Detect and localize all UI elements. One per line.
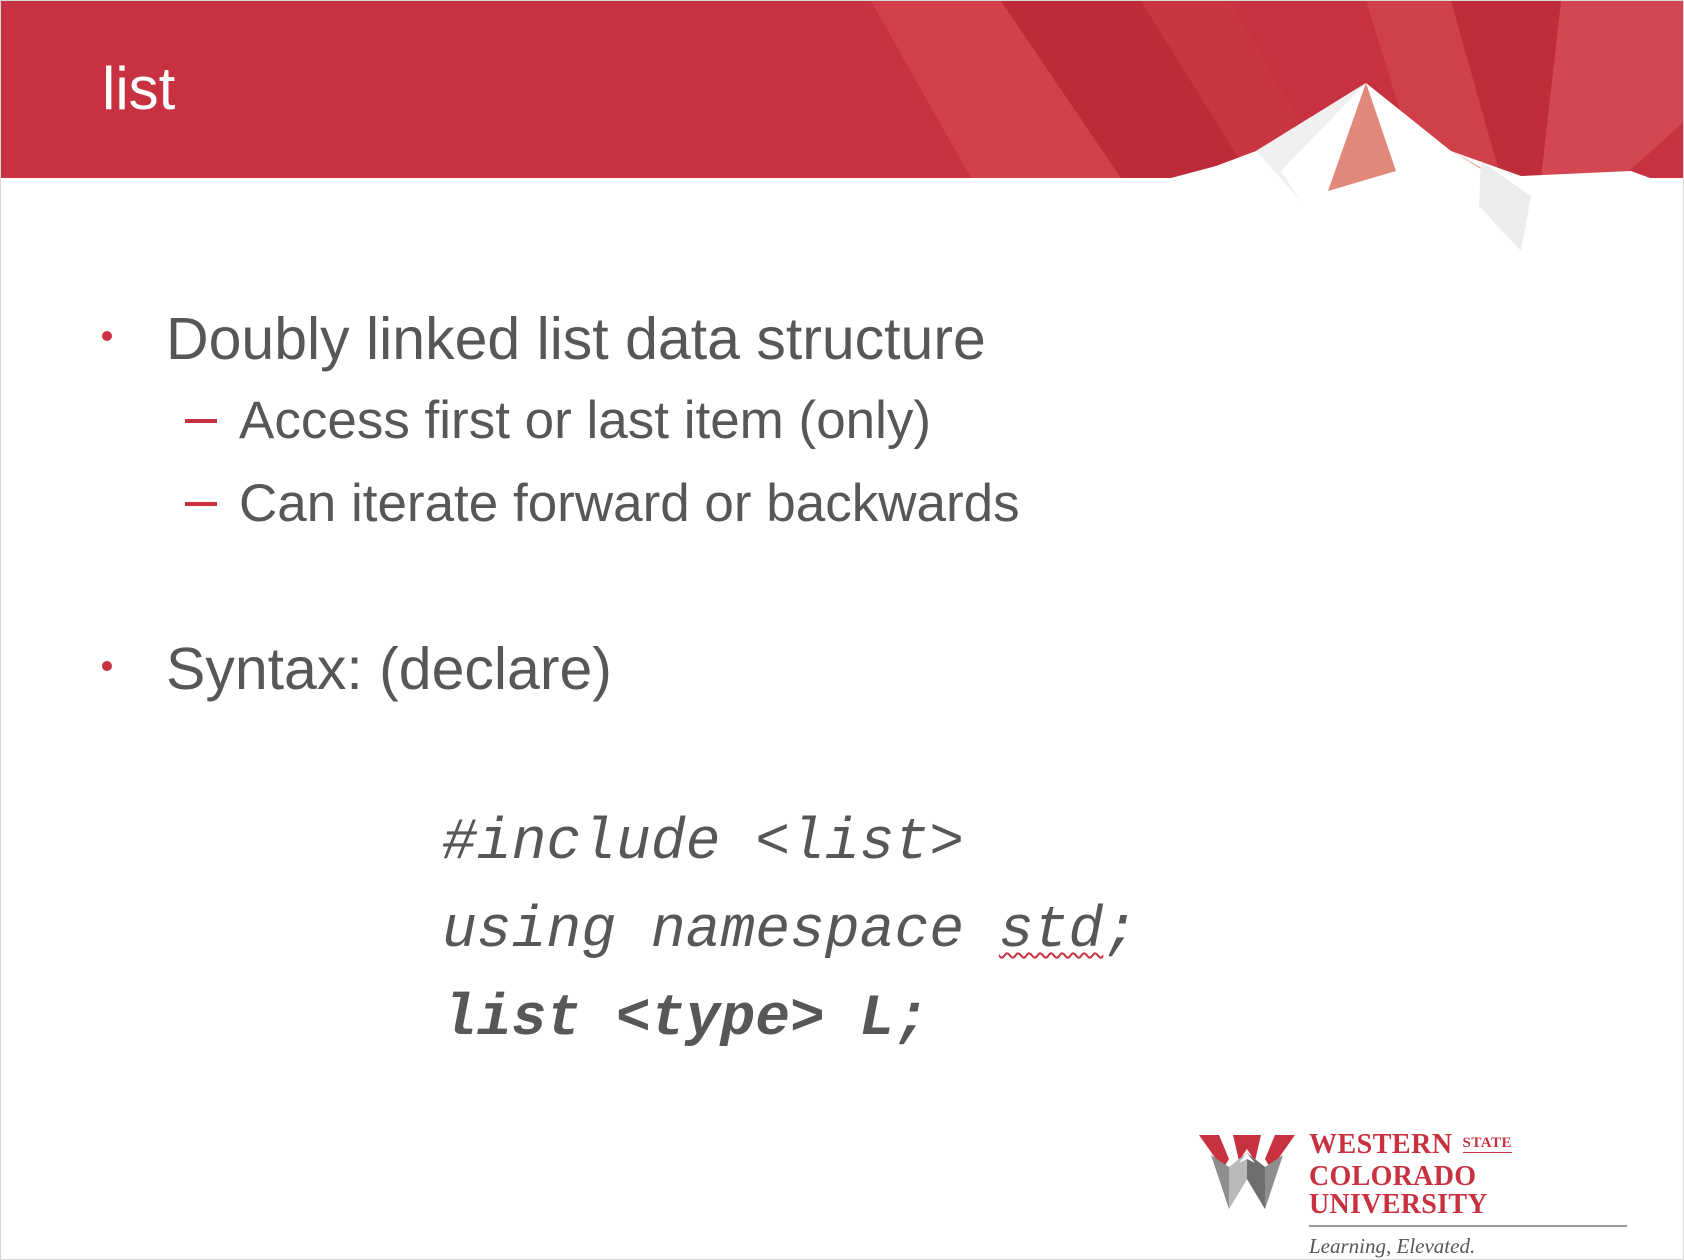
logo-state: STATE xyxy=(1462,1135,1513,1153)
dash-icon xyxy=(185,419,217,423)
bullet-item: Syntax: (declare) xyxy=(102,635,612,703)
bullet-text: Doubly linked list data structure xyxy=(166,306,986,372)
sub-bullet-item: Access first or last item (only) xyxy=(185,390,931,451)
logo-wordmark: WESTERN STATE COLORADO UNIVERSITY Learni… xyxy=(1309,1131,1639,1257)
logo-line1: WESTERN STATE xyxy=(1309,1131,1639,1159)
code-line-include: #include <list> xyxy=(442,811,965,876)
sub-bullet-text: Access first or last item (only) xyxy=(239,391,932,450)
bullet-dot-icon xyxy=(102,661,112,671)
slide: list Doubly linked list data structure A… xyxy=(0,0,1684,1260)
spellcheck-word: std xyxy=(998,899,1104,964)
slide-content: Doubly linked list data structure Access… xyxy=(1,1,1683,1259)
w-mountain-logo-icon xyxy=(1199,1135,1295,1209)
dash-icon xyxy=(185,502,217,506)
logo-western: WESTERN xyxy=(1309,1129,1453,1160)
logo-divider xyxy=(1309,1225,1627,1227)
university-logo: WESTERN STATE COLORADO UNIVERSITY Learni… xyxy=(1199,1131,1639,1257)
bullet-item: Doubly linked list data structure xyxy=(102,305,986,373)
bullet-text: Syntax: (declare) xyxy=(166,636,612,702)
code-line-using: using namespace std; xyxy=(442,903,1138,961)
code-text: using namespace xyxy=(442,899,999,964)
logo-tagline: Learning, Elevated. xyxy=(1309,1234,1476,1258)
bullet-dot-icon xyxy=(102,331,112,341)
logo-line2: COLORADO UNIVERSITY xyxy=(1309,1161,1488,1220)
code-text: ; xyxy=(1103,899,1139,964)
sub-bullet-text: Can iterate forward or backwards xyxy=(239,474,1020,533)
code-line-declare: list <type> L; xyxy=(442,987,930,1052)
sub-bullet-item: Can iterate forward or backwards xyxy=(185,473,1020,534)
